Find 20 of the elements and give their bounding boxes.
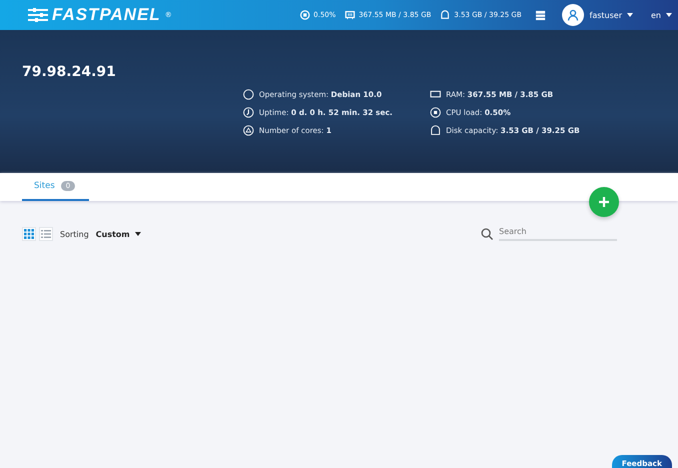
sorting-dropdown[interactable]: Custom <box>96 230 141 238</box>
grid-view-button[interactable] <box>22 227 36 241</box>
add-button[interactable] <box>589 187 619 217</box>
clock-icon <box>243 107 254 118</box>
server-icon[interactable] <box>534 10 546 20</box>
sliders-icon <box>28 8 48 22</box>
language-menu[interactable]: en <box>651 10 672 20</box>
cpu-icon <box>430 107 441 118</box>
plus-icon <box>598 196 610 208</box>
cpu-icon <box>300 10 310 20</box>
search-icon <box>481 228 493 240</box>
caret-icon <box>134 232 141 236</box>
user-avatar[interactable] <box>562 4 584 26</box>
caret-icon <box>627 13 633 18</box>
list-view-button[interactable] <box>39 227 53 241</box>
server-ip: 79.98.24.91 <box>22 64 116 80</box>
search-field[interactable]: Search <box>499 227 617 241</box>
caret-icon <box>666 13 672 18</box>
user-menu[interactable]: fastuser <box>590 10 633 20</box>
sorting-label: Sorting <box>60 230 89 238</box>
